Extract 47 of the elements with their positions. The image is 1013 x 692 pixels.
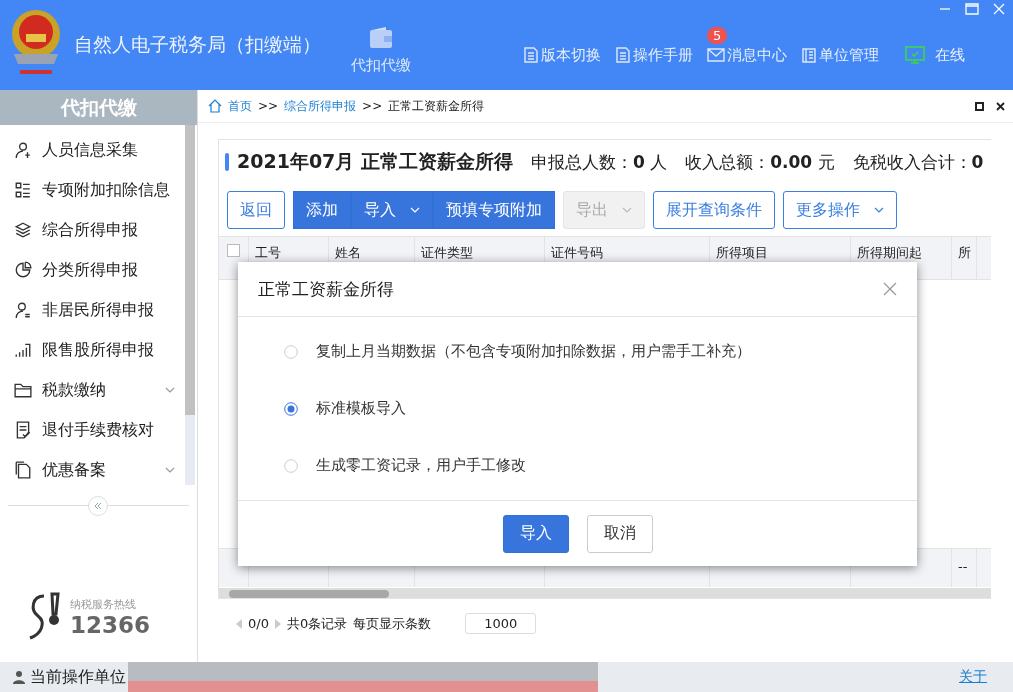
sidebar-item[interactable]: 税款缴纳 bbox=[0, 370, 175, 410]
sidebar-item[interactable]: 人员信息采集 bbox=[0, 130, 175, 170]
page-title: 2021年07月 正常工资薪金所得 bbox=[237, 149, 513, 174]
summary-stat: 免税收入合计：0 bbox=[852, 150, 984, 174]
summary-stat: 申报总人数：0 人 bbox=[530, 150, 668, 174]
app-title: 自然人电子税务局（扣缴端） bbox=[74, 32, 321, 57]
about-link[interactable]: 关于 bbox=[959, 668, 987, 686]
option-label: 标准模板导入 bbox=[316, 399, 406, 418]
sidebar-item[interactable]: 分类所得申报 bbox=[0, 250, 175, 290]
sidebar-item[interactable]: 退付手续费核对 bbox=[0, 410, 175, 450]
breadcrumb-separator: >> bbox=[258, 99, 279, 113]
column-header: 所 bbox=[952, 237, 977, 279]
sidebar-item[interactable]: 综合所得申报 bbox=[0, 210, 175, 250]
page-size-field[interactable]: 1000 bbox=[465, 613, 537, 634]
status-label: 在线 bbox=[935, 45, 965, 65]
sidebar-item[interactable]: 非居民所得申报 bbox=[0, 290, 175, 330]
sidebar-item[interactable]: 专项附加扣除信息 bbox=[0, 170, 175, 210]
option-label: 生成零工资记录，用户手工修改 bbox=[316, 456, 526, 475]
record-count: 共0条记录 bbox=[286, 614, 348, 633]
toolbar-link[interactable]: 操作手册 bbox=[615, 45, 693, 65]
summary-stat: 收入总额：0.00 元 bbox=[685, 150, 835, 174]
toolbar-button[interactable]: 返回 bbox=[227, 191, 285, 229]
toolbar-button[interactable]: 更多操作 bbox=[783, 191, 897, 229]
sidebar-item[interactable]: 限售股所得申报 bbox=[0, 330, 175, 370]
status-label: 当前操作单位 bbox=[30, 666, 126, 688]
breadcrumb-separator: >> bbox=[362, 99, 383, 113]
toolbar-link[interactable]: 单位管理 bbox=[801, 45, 879, 65]
toolbar-link[interactable]: 版本切换 bbox=[523, 45, 601, 65]
option-label: 复制上月当期数据（不包含专项附加扣除数据，用户需手工补充） bbox=[316, 342, 751, 361]
dialog-title: 正常工资薪金所得 bbox=[258, 277, 394, 301]
page-indicator: 0/0 bbox=[248, 616, 269, 631]
dialog-button[interactable]: 取消 bbox=[586, 514, 653, 553]
module-tab[interactable]: 代扣代缴 bbox=[351, 55, 411, 75]
sidebar-item[interactable]: 优惠备案 bbox=[0, 450, 175, 490]
toolbar-button[interactable]: 添加 bbox=[293, 191, 351, 229]
table-cell: -- bbox=[958, 559, 968, 574]
page-size-label: 每页显示条数 bbox=[353, 614, 432, 633]
hotline-label: 纳税服务热线 bbox=[70, 596, 137, 612]
hotline-number: 12366 bbox=[70, 611, 151, 638]
breadcrumb-link[interactable]: 综合所得申报 bbox=[284, 97, 357, 115]
toolbar-button[interactable]: 展开查询条件 bbox=[653, 191, 775, 229]
count-badge: 5 bbox=[707, 26, 728, 44]
toolbar-button[interactable]: 预填专项附加 bbox=[433, 191, 555, 229]
toolbar-button[interactable]: 导入 bbox=[351, 191, 433, 229]
dialog-button[interactable]: 导入 bbox=[502, 514, 569, 553]
breadcrumb-link[interactable]: 首页 bbox=[228, 97, 252, 115]
sidebar-title: 代扣代缴 bbox=[0, 90, 197, 125]
